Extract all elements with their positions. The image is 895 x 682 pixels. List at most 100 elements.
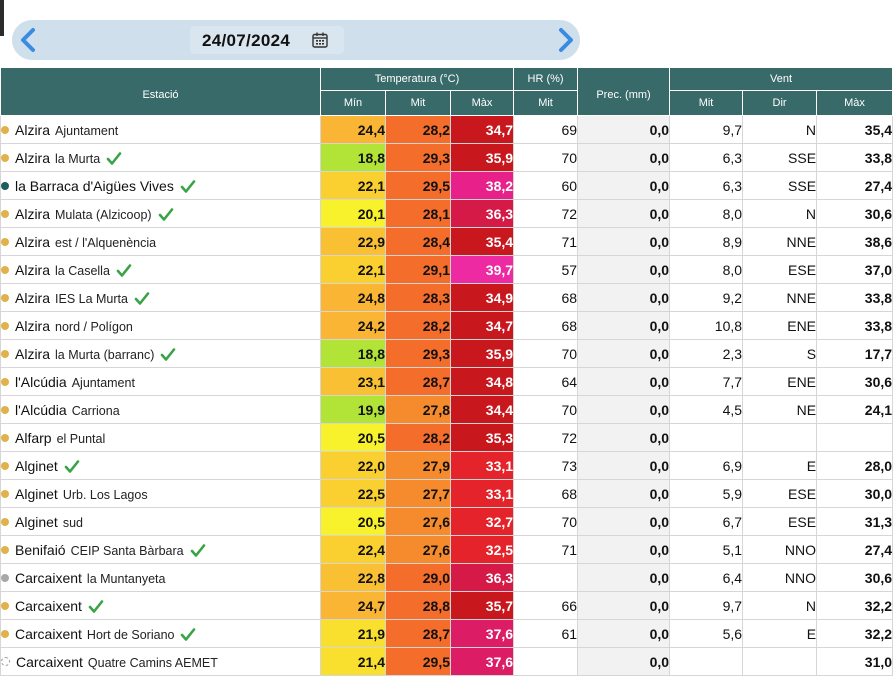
table-row[interactable]: Alginet Urb. Los Lagos 22,5 27,7 33,1 68 0,0 5,… <box>0 479 894 508</box>
table-row[interactable]: Alzira la Murta (barranc) 18,8 29,3 35,9 70 0,… <box>0 339 894 368</box>
chevron-left-icon[interactable] <box>16 27 42 53</box>
station-location[interactable]: la Casella <box>55 264 110 278</box>
station-cell[interactable]: la Barraca d'Aigües Vives <box>0 171 321 200</box>
station-name[interactable]: Alginet <box>15 458 58 474</box>
col-header-station[interactable]: Estació <box>0 67 321 116</box>
station-cell[interactable]: Alzira la Murta (barranc) <box>0 339 321 368</box>
station-name[interactable]: Alzira <box>15 318 50 334</box>
station-cell[interactable]: Alzira la Murta <box>0 143 321 172</box>
table-row[interactable]: Alginet sud 20,5 27,6 32,7 70 0,0 6,7 ESE 31,3 <box>0 507 894 536</box>
station-name[interactable]: l'Alcúdia <box>15 374 67 390</box>
table-row[interactable]: Alfarp el Puntal 20,5 28,2 35,3 72 0,0 <box>0 423 894 452</box>
table-row[interactable]: Alzira IES La Murta 24,8 28,3 34,9 68 0,0 9,2 NN… <box>0 283 894 312</box>
table-row[interactable]: Alzira est / l'Alquenència 22,9 28,4 35,4 71 0… <box>0 227 894 256</box>
table-row[interactable]: la Barraca d'Aigües Vives 22,1 29,5 38,2 60 0… <box>0 171 894 200</box>
station-location[interactable]: CEIP Santa Bàrbara <box>71 544 184 558</box>
station-location[interactable]: el Puntal <box>57 432 106 446</box>
station-name[interactable]: Alzira <box>15 206 50 222</box>
table-row[interactable]: l'Alcúdia Carriona 19,9 27,8 34,4 70 0,0 4,5 NE 2… <box>0 395 894 424</box>
col-header-prec[interactable]: Prec. (mm) <box>577 67 671 116</box>
col-header-wind-max[interactable]: Màx <box>816 90 894 116</box>
station-cell[interactable]: Alzira Ajuntament <box>0 115 321 144</box>
station-name[interactable]: Alzira <box>15 262 50 278</box>
station-cell[interactable]: Alzira Mulata (Alzicoop) <box>0 199 321 228</box>
station-location[interactable]: Quatre Camins AEMET <box>88 656 218 670</box>
station-location[interactable]: Ajuntament <box>55 124 118 138</box>
station-cell[interactable]: Carcaixent Quatre Camins AEMET <box>0 647 321 676</box>
table-row[interactable]: Alginet 22,0 27,9 33,1 73 0,0 6,9 E 28,0 <box>0 451 894 480</box>
station-location[interactable]: Hort de Soriano <box>87 628 175 642</box>
hr-cell: 71 <box>513 535 579 564</box>
station-name[interactable]: Alzira <box>15 122 50 138</box>
wind-max-cell: 35,4 <box>816 115 894 144</box>
table-row[interactable]: Carcaixent Hort de Soriano 21,9 28,7 37,6 61 0… <box>0 619 894 648</box>
table-row[interactable]: l'Alcúdia Ajuntament 23,1 28,7 34,8 64 0,0 7,7 E… <box>0 367 894 396</box>
station-location[interactable]: la Murta (barranc) <box>55 348 154 362</box>
station-cell[interactable]: Carcaixent <box>0 591 321 620</box>
station-name[interactable]: Alginet <box>15 514 58 530</box>
station-location[interactable]: sud <box>63 516 83 530</box>
col-header-temp-max[interactable]: Màx <box>449 90 515 116</box>
station-cell[interactable]: Alginet Urb. Los Lagos <box>0 479 321 508</box>
station-location[interactable]: Carriona <box>72 404 120 418</box>
table-row[interactable]: Carcaixent la Muntanyeta 22,8 29,0 36,3 0,0 6,… <box>0 563 894 592</box>
temp-mit-cell: 27,8 <box>385 395 451 424</box>
station-location[interactable]: Ajuntament <box>72 376 135 390</box>
station-name[interactable]: Alzira <box>15 346 50 362</box>
table-row[interactable]: Carcaixent 24,7 28,8 35,7 66 0,0 9,7 N 32,2 <box>0 591 894 620</box>
station-name[interactable]: Carcaixent <box>15 570 82 586</box>
wind-max-cell: 33,8 <box>816 283 894 312</box>
prec-cell: 0,0 <box>577 507 671 536</box>
station-name[interactable]: la Barraca d'Aigües Vives <box>15 178 174 194</box>
calendar-icon[interactable] <box>311 31 329 49</box>
table-row[interactable]: Carcaixent Quatre Camins AEMET 21,4 29,5 37,… <box>0 647 894 676</box>
station-name[interactable]: Benifaió <box>15 542 66 558</box>
station-name[interactable]: Alzira <box>15 290 50 306</box>
station-cell[interactable]: l'Alcúdia Carriona <box>0 395 321 424</box>
date-display[interactable]: 24/07/2024 <box>202 31 290 51</box>
col-header-temp-mit[interactable]: Mit <box>385 90 451 116</box>
temp-mit-cell: 29,3 <box>385 339 451 368</box>
table-row[interactable]: Alzira Mulata (Alzicoop) 20,1 28,1 36,3 72 0,0… <box>0 199 894 228</box>
station-location[interactable]: Mulata (Alzicoop) <box>55 208 152 222</box>
station-cell[interactable]: Alzira est / l'Alquenència <box>0 227 321 256</box>
station-location[interactable]: la Muntanyeta <box>87 572 166 586</box>
station-name[interactable]: l'Alcúdia <box>15 402 67 418</box>
station-cell[interactable]: Benifaió CEIP Santa Bàrbara <box>0 535 321 564</box>
station-name[interactable]: Alzira <box>15 150 50 166</box>
table-row[interactable]: Alzira la Casella 22,1 29,1 39,7 57 0,0 8,0 ESE 3… <box>0 255 894 284</box>
station-cell[interactable]: l'Alcúdia Ajuntament <box>0 367 321 396</box>
col-header-temp-min[interactable]: Mín <box>320 90 386 116</box>
station-cell[interactable]: Alzira nord / Polígon <box>0 311 321 340</box>
table-row[interactable]: Alzira la Murta 18,8 29,3 35,9 70 0,0 6,3 SSE 33,… <box>0 143 894 172</box>
station-cell[interactable]: Alfarp el Puntal <box>0 423 321 452</box>
station-location[interactable]: est / l'Alquenència <box>55 236 156 250</box>
wind-dir-cell: ENE <box>742 367 818 396</box>
station-cell[interactable]: Alzira la Casella <box>0 255 321 284</box>
station-name[interactable]: Carcaixent <box>15 598 82 614</box>
station-name[interactable]: Alzira <box>15 234 50 250</box>
col-header-hr-mit[interactable]: Mit <box>513 90 579 116</box>
station-name[interactable]: Carcaixent <box>15 626 82 642</box>
chevron-right-icon[interactable] <box>552 27 578 53</box>
col-header-wind-dir[interactable]: Dir <box>742 90 818 116</box>
table-row[interactable]: Benifaió CEIP Santa Bàrbara 22,4 27,6 32,5 71… <box>0 535 894 564</box>
col-header-wind-mit[interactable]: Mit <box>669 90 744 116</box>
temp-min-cell: 20,5 <box>320 423 386 452</box>
station-cell[interactable]: Alginet sud <box>0 507 321 536</box>
station-cell[interactable]: Alginet <box>0 451 321 480</box>
station-cell[interactable]: Alzira IES La Murta <box>0 283 321 312</box>
station-location[interactable]: nord / Polígon <box>55 320 133 334</box>
station-cell[interactable]: Carcaixent la Muntanyeta <box>0 563 321 592</box>
date-picker[interactable]: 24/07/2024 <box>190 26 344 54</box>
station-location[interactable]: Urb. Los Lagos <box>63 488 148 502</box>
table-row[interactable]: Alzira nord / Polígon 24,2 28,2 34,7 68 0,0 10,… <box>0 311 894 340</box>
station-location[interactable]: IES La Murta <box>55 292 128 306</box>
station-name[interactable]: Alfarp <box>15 430 52 446</box>
temp-min-cell: 24,2 <box>320 311 386 340</box>
station-name[interactable]: Alginet <box>15 486 58 502</box>
station-location[interactable]: la Murta <box>55 152 100 166</box>
station-cell[interactable]: Carcaixent Hort de Soriano <box>0 619 321 648</box>
station-name[interactable]: Carcaixent <box>16 654 83 670</box>
table-row[interactable]: Alzira Ajuntament 24,4 28,2 34,7 69 0,0 9,7 N 35,… <box>0 115 894 144</box>
